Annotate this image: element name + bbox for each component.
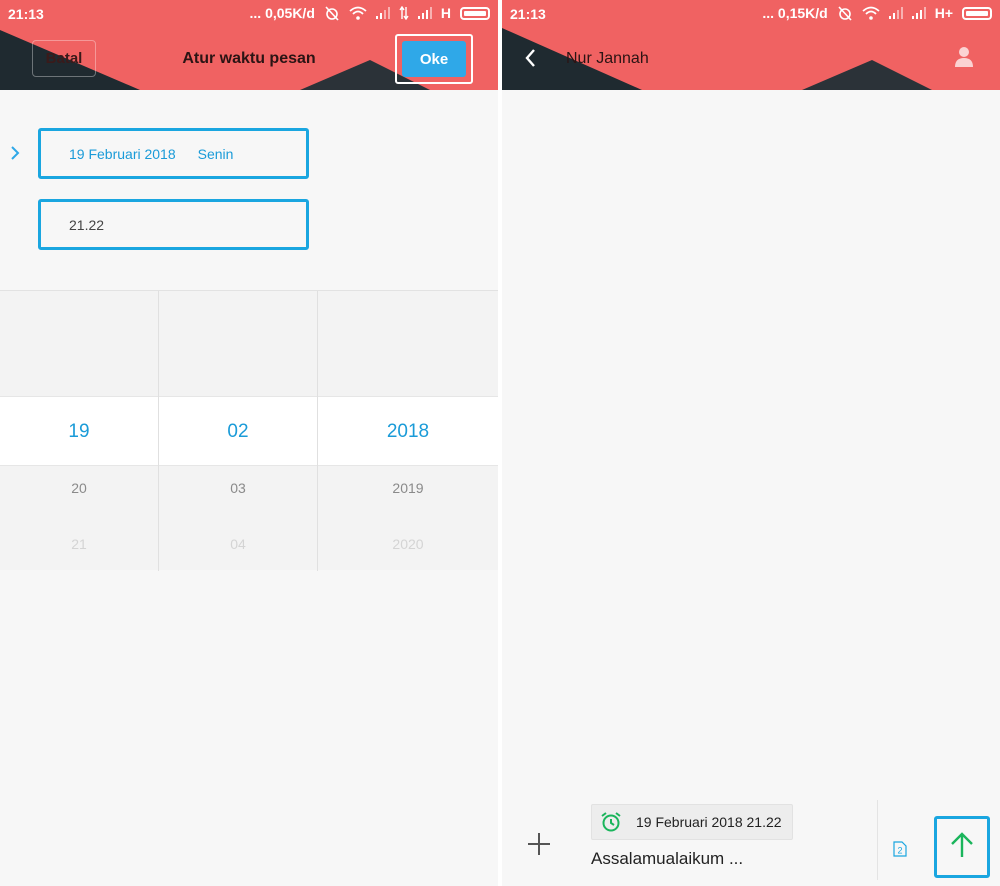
year-option[interactable]: 2020 (318, 536, 498, 552)
signal-icon (888, 7, 903, 19)
status-bar: 21:13 ... 0,15K/d H+ (502, 0, 1000, 28)
network-type: H+ (934, 5, 953, 21)
month-selected[interactable]: 02 (159, 421, 317, 443)
sim-icon[interactable]: 2 (893, 841, 907, 862)
header-bar: 21:13 ... 0,05K/d H Batal Atur waktu pes… (0, 0, 498, 90)
message-input[interactable]: Assalamualaikum ... (591, 849, 743, 869)
battery-icon (962, 6, 992, 20)
day-option[interactable]: 21 (0, 536, 158, 552)
data-transfer-icon (399, 6, 409, 20)
schedule-message-screen: 21:13 ... 0,05K/d H Batal Atur waktu pes… (0, 0, 498, 886)
toolbar: Nur Jannah (502, 28, 1000, 90)
wifi-icon (862, 6, 880, 20)
person-icon[interactable] (953, 46, 975, 73)
year-option[interactable]: 2019 (318, 480, 498, 496)
conversation-screen: 21:13 ... 0,15K/d H+ Nur Jannah 19 Febru… (502, 0, 1000, 886)
day-of-week: Senin (197, 145, 234, 162)
time-field[interactable]: 21.22 (38, 199, 309, 250)
day-option[interactable]: 20 (0, 480, 158, 496)
alarm-icon (600, 811, 622, 833)
back-chevron-icon[interactable] (524, 48, 536, 73)
sim-slot-number: 2 (897, 846, 902, 856)
wifi-icon (349, 6, 367, 20)
chevron-right-icon (10, 144, 20, 167)
year-selected[interactable]: 2018 (318, 421, 498, 443)
scheduled-time-text: 19 Februari 2018 21.22 (636, 814, 782, 830)
signal-icon (417, 7, 432, 19)
message-composer: 19 Februari 2018 21.22 Assalamualaikum .… (502, 796, 1000, 886)
plus-icon[interactable] (527, 832, 551, 861)
time-value: 21.22 (69, 216, 105, 233)
date-value: 19 Februari 2018 (69, 145, 176, 162)
status-time: 21:13 (510, 6, 546, 22)
header-bar: 21:13 ... 0,15K/d H+ Nur Jannah (502, 0, 1000, 90)
network-speed: ... 0,05K/d (249, 5, 315, 21)
send-button[interactable] (934, 816, 990, 878)
network-type: H (440, 5, 451, 21)
date-field[interactable]: 19 Februari 2018 Senin (38, 128, 309, 179)
month-option[interactable]: 04 (159, 536, 317, 552)
toolbar: Batal Atur waktu pesan Oke (0, 28, 498, 90)
send-arrow-icon (949, 831, 975, 864)
month-option[interactable]: 03 (159, 480, 317, 496)
network-speed: ... 0,15K/d (762, 5, 828, 21)
battery-icon (460, 6, 490, 20)
date-picker[interactable]: 19 20 21 02 03 04 2018 2019 2020 (0, 290, 498, 571)
composer-divider (877, 800, 878, 880)
status-bar: 21:13 ... 0,05K/d H (0, 0, 498, 28)
status-icons: ... 0,15K/d H+ (762, 5, 992, 21)
alarm-off-icon (324, 5, 340, 21)
signal-icon (911, 7, 926, 19)
contact-name: Nur Jannah (566, 50, 649, 67)
signal-icon (375, 7, 390, 19)
alarm-off-icon (837, 5, 853, 21)
scheduled-time-chip[interactable]: 19 Februari 2018 21.22 (591, 804, 793, 840)
status-time: 21:13 (8, 6, 44, 22)
ok-button[interactable]: Oke (402, 41, 466, 77)
day-selected[interactable]: 19 (0, 421, 158, 443)
status-icons: ... 0,05K/d H (250, 5, 490, 21)
